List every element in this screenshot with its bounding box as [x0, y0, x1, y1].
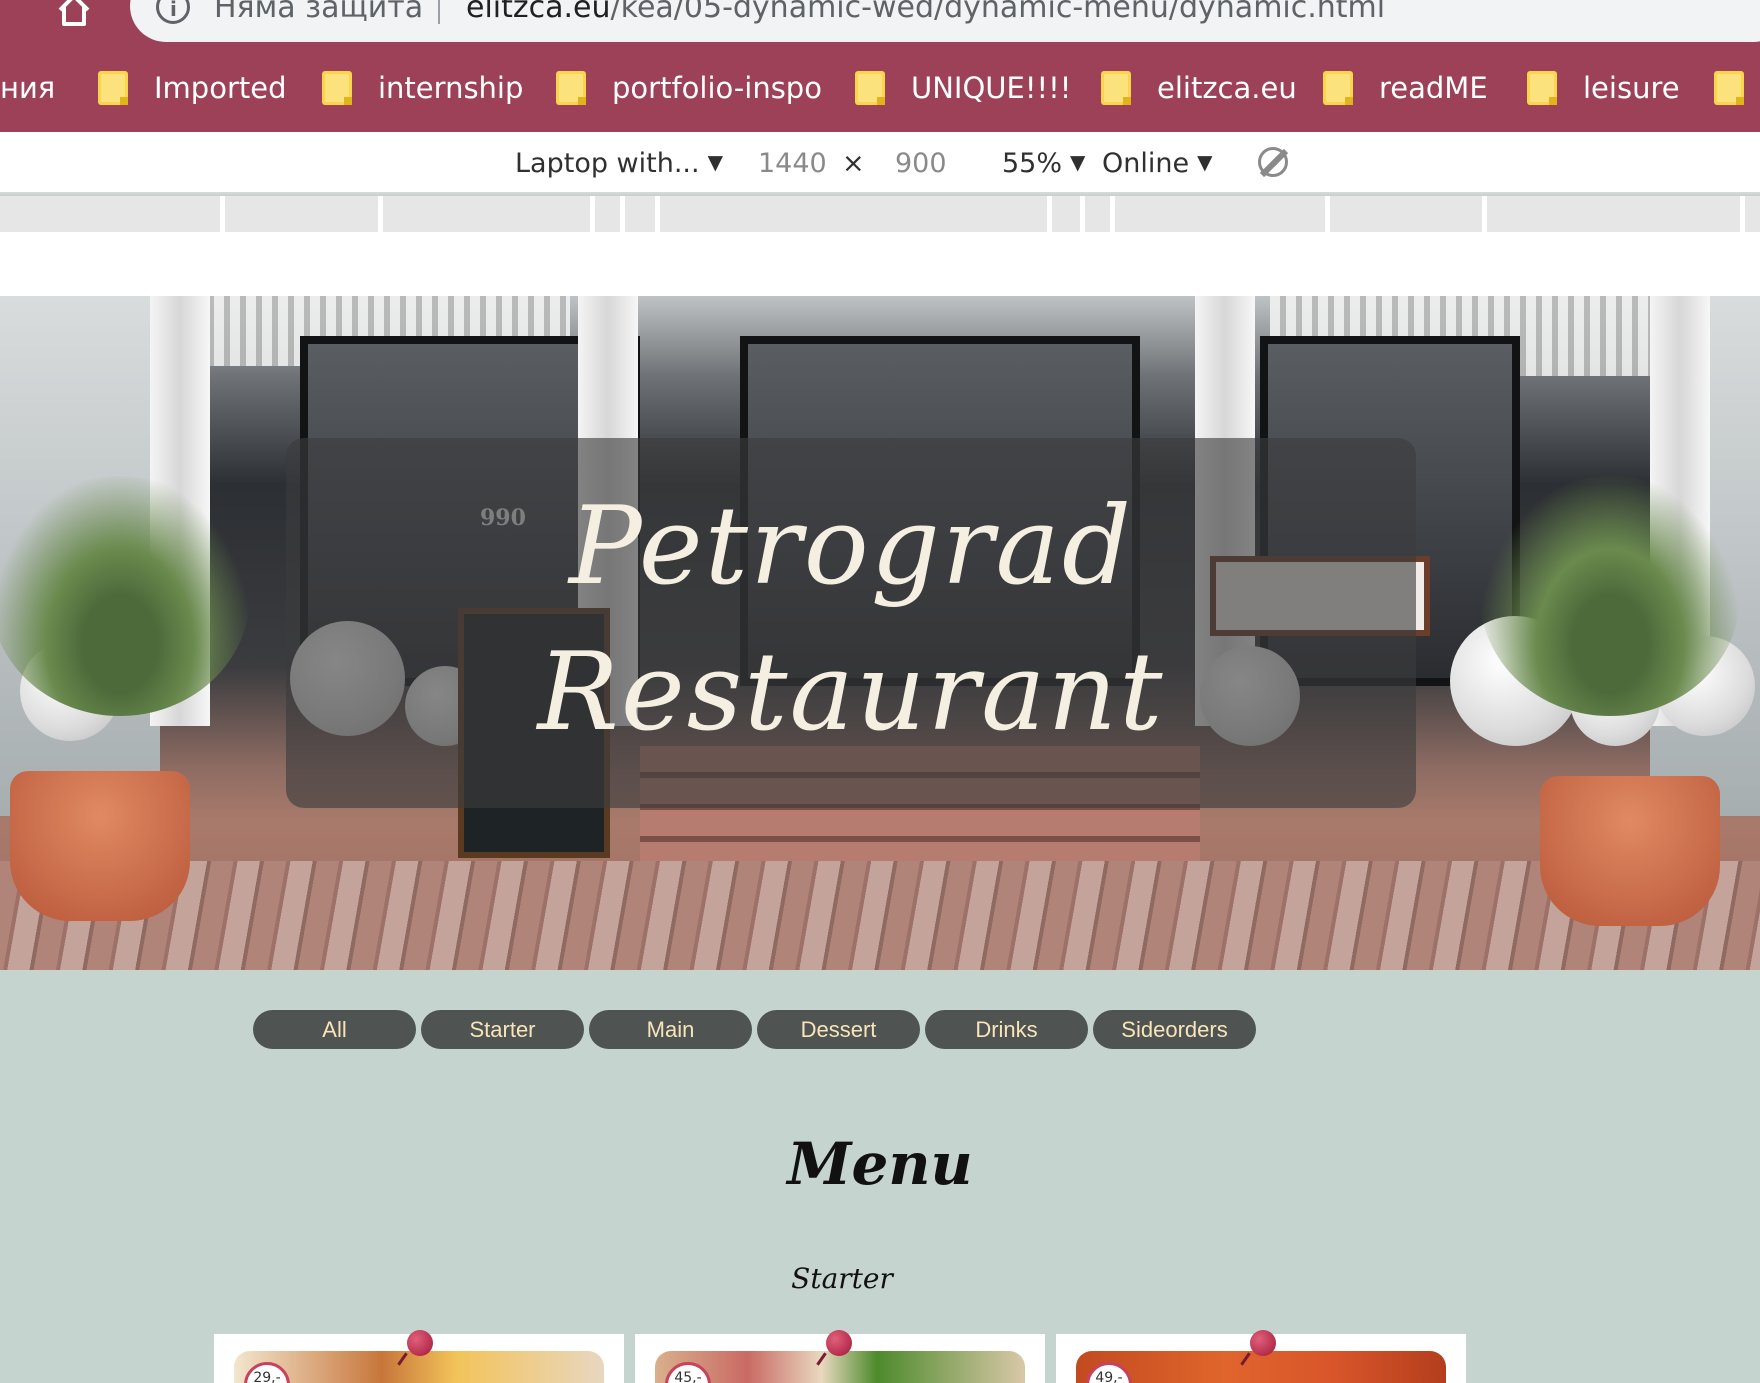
url-divider	[438, 0, 440, 24]
bookmark-label: internship	[378, 71, 524, 105]
network-label: Online	[1102, 148, 1190, 179]
home-icon[interactable]	[56, 0, 92, 28]
bookmark-item[interactable]: portfolio-inspo	[556, 68, 822, 108]
url-text[interactable]: elitzca.eu/kea/05-dynamic-wed/dynamic-me…	[466, 0, 1385, 25]
restaurant-title: Petrograd Restaurant	[286, 474, 1416, 766]
bookmarks-bar: ния Imported internship portfolio-inspo …	[0, 42, 1760, 132]
bookmark-label: elitzca.eu	[1157, 71, 1297, 105]
filter-starter-button[interactable]: Starter	[421, 1010, 584, 1049]
media-query-segment[interactable]	[660, 196, 1047, 232]
hero-image: 990 Petrograd Restaurant	[0, 296, 1760, 970]
device-label: Laptop with...	[515, 148, 700, 179]
pin-icon	[1250, 1330, 1276, 1356]
bookmark-item[interactable]: readME	[1323, 68, 1488, 108]
network-select[interactable]: Online ▼	[1102, 148, 1212, 179]
section-heading: Starter	[791, 1262, 893, 1295]
folder-icon	[1101, 71, 1131, 105]
media-query-segment[interactable]	[1052, 196, 1080, 232]
bookmark-item[interactable]: ния	[0, 68, 55, 108]
filter-sideorders-button[interactable]: Sideorders	[1093, 1010, 1256, 1049]
bookmark-item[interactable]: leisure	[1527, 68, 1680, 108]
folder-icon	[98, 71, 128, 105]
dimension-separator: ×	[842, 148, 865, 179]
media-query-segment[interactable]	[225, 196, 378, 232]
zoom-label: 55%	[1002, 148, 1063, 179]
media-query-segment[interactable]	[383, 196, 590, 232]
menu-heading: Menu	[787, 1130, 973, 1198]
bookmark-item[interactable]: UNIQUE!!!!	[855, 68, 1071, 108]
url-path: /kea/05-dynamic-wed/dynamic-menu/dynamic…	[610, 0, 1386, 25]
security-status: Няма защита	[214, 0, 424, 25]
rotate-icon[interactable]	[1258, 147, 1288, 177]
bookmark-item[interactable]: Imported	[98, 68, 287, 108]
filter-dessert-button[interactable]: Dessert	[757, 1010, 920, 1049]
bookmark-label: UNIQUE!!!!	[911, 71, 1072, 105]
chevron-down-icon: ▼	[707, 150, 723, 174]
media-query-segment[interactable]	[1487, 196, 1740, 232]
bookmark-label: leisure	[1583, 71, 1680, 105]
url-host: elitzca.eu	[466, 0, 611, 25]
folder-icon	[855, 71, 885, 105]
height-input[interactable]: 900	[895, 148, 947, 179]
bookmark-label: portfolio-inspo	[612, 71, 822, 105]
bookmark-item[interactable]: internship	[322, 68, 523, 108]
filter-drinks-button[interactable]: Drinks	[925, 1010, 1088, 1049]
device-toolbar: Laptop with... ▼ 1440 × 900 55% ▼ Online ▼	[0, 132, 1760, 194]
media-query-segment[interactable]	[1745, 196, 1760, 232]
category-filters: All Starter Main Dessert Drinks Sideorde…	[253, 1010, 1256, 1049]
media-query-bar[interactable]	[0, 196, 1760, 232]
brick-floor	[0, 861, 1760, 970]
media-query-segment[interactable]	[1085, 196, 1110, 232]
media-query-segment[interactable]	[1330, 196, 1482, 232]
chevron-down-icon: ▼	[1197, 150, 1213, 174]
zoom-select[interactable]: 55% ▼	[1002, 148, 1085, 179]
bookmark-label: readME	[1379, 71, 1488, 105]
folder-icon	[1527, 71, 1557, 105]
width-input[interactable]: 1440	[758, 148, 827, 179]
planter	[10, 771, 190, 921]
media-query-segment[interactable]	[0, 196, 220, 232]
title-line: Restaurant	[537, 630, 1165, 755]
folder-icon	[556, 71, 586, 105]
bookmark-label: Imported	[154, 71, 287, 105]
folder-icon	[1323, 71, 1353, 105]
palm-tree	[1480, 476, 1740, 716]
device-select[interactable]: Laptop with... ▼	[515, 148, 723, 179]
media-query-segment[interactable]	[625, 196, 655, 232]
planter	[1540, 776, 1720, 926]
media-query-segment[interactable]	[595, 196, 620, 232]
folder-icon	[1714, 71, 1744, 105]
title-line: Petrograd	[568, 484, 1134, 609]
bookmark-item[interactable]: elitzca.eu	[1101, 68, 1297, 108]
media-query-segment[interactable]	[1115, 196, 1325, 232]
viewport-top-margin	[0, 232, 1760, 296]
pin-icon	[407, 1330, 433, 1356]
palm-tree	[0, 476, 250, 716]
pin-icon	[826, 1330, 852, 1356]
folder-icon	[322, 71, 352, 105]
filter-main-button[interactable]: Main	[589, 1010, 752, 1049]
bookmark-item-overflow[interactable]	[1714, 68, 1760, 108]
bookmark-label: ния	[0, 71, 56, 105]
filter-all-button[interactable]: All	[253, 1010, 416, 1049]
chevron-down-icon: ▼	[1070, 150, 1086, 174]
